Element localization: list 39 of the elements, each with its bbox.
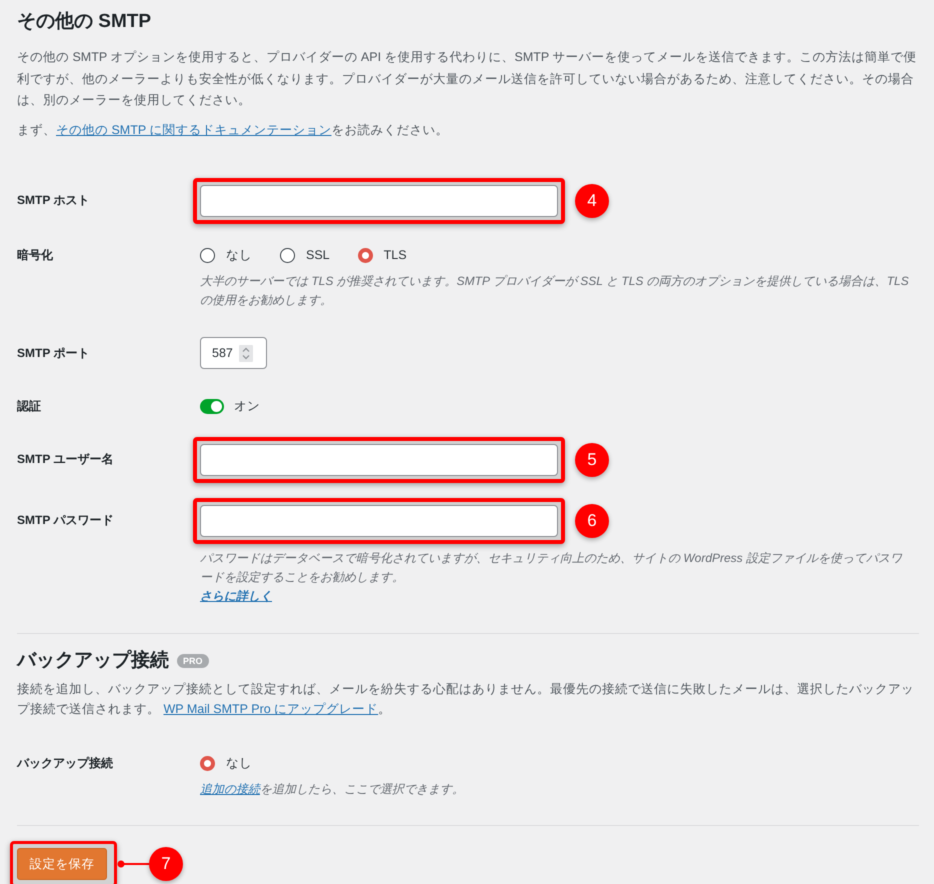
radio-button[interactable] bbox=[200, 756, 215, 770]
field-label: 認証 bbox=[17, 398, 42, 415]
documentation-note: まず、その他の SMTP に関するドキュメンテーション をお読みください。 bbox=[17, 122, 450, 138]
number-input[interactable]: 587 bbox=[200, 337, 267, 369]
section-description: 接続を追加し、バックアップ接続として設定すれば、メールを紛失する心配はありません。最優先の接続で送信に失敗したメールは、選択したバックアップ接続で送信されます。 WP Mail SMTP Pro にアップグレード。 bbox=[17, 681, 915, 718]
section-description: その他の SMTP オプションを使用すると、プロバイダーの API を使用する代わりに、SMTP サーバーを使ってメールを送信できます。この方法は簡単で便利ですが、他のメーラーよりも安全性が低くなります。プロバイダーが大量のメール送信を許可していない場合があるため、注意してください。その場合は、別のメーラーを使用してください。 bbox=[17, 49, 918, 109]
section-title: その他の SMTP bbox=[17, 10, 152, 34]
radio-button[interactable] bbox=[358, 248, 373, 262]
radio-button[interactable] bbox=[280, 248, 295, 262]
step-number: 7 bbox=[149, 847, 183, 881]
radio-label[interactable]: TLS bbox=[384, 245, 407, 265]
help-text: パスワードはデータベースで暗号化されていますが、セキュリティ向上のため、サイトの WordPress 設定ファイルを使ってパスワードを設定することをお勧めします。 bbox=[200, 550, 904, 586]
text-input[interactable] bbox=[200, 444, 558, 476]
field-label: SMTP パスワード bbox=[17, 512, 114, 529]
pro-badge: PRO bbox=[177, 654, 209, 668]
step-number: 4 bbox=[575, 184, 609, 218]
text-input[interactable] bbox=[200, 185, 558, 217]
field-label: SMTP ユーザー名 bbox=[17, 451, 114, 468]
step-number: 5 bbox=[575, 443, 609, 477]
learn-more-link[interactable]: さらに詳しく bbox=[200, 587, 272, 605]
field-label: 暗号化 bbox=[17, 247, 54, 264]
text-input[interactable] bbox=[200, 505, 558, 537]
step-number: 6 bbox=[575, 504, 609, 538]
toggle-label: オン bbox=[234, 398, 260, 415]
help-text: 大半のサーバーでは TLS が推奨されています。SMTP プロバイダーが SSL と TLS の両方のオプションを提供している場合は、TLS の使用をお勧めします。 bbox=[200, 273, 910, 309]
documentation-link[interactable]: その他の SMTP に関するドキュメンテーション bbox=[56, 122, 332, 136]
field-label: バックアップ接続 bbox=[17, 755, 114, 772]
radio-button[interactable] bbox=[200, 248, 215, 262]
spinner-icon[interactable] bbox=[238, 344, 253, 362]
upgrade-link[interactable]: WP Mail SMTP Pro にアップグレード bbox=[163, 702, 378, 716]
add-connection-link[interactable]: 追加の接続 bbox=[200, 782, 260, 796]
radio-label[interactable]: SSL bbox=[306, 245, 330, 265]
help-text: 追加の接続を追加したら、ここで選択できます。 bbox=[200, 781, 465, 798]
radio-label[interactable]: なし bbox=[226, 753, 252, 773]
radio-label[interactable]: なし bbox=[226, 245, 252, 265]
toggle-switch[interactable] bbox=[200, 398, 224, 414]
field-label: SMTP ポート bbox=[17, 345, 90, 362]
field-label: SMTP ホスト bbox=[17, 192, 90, 209]
section-title: バックアップ接続 bbox=[17, 649, 169, 673]
